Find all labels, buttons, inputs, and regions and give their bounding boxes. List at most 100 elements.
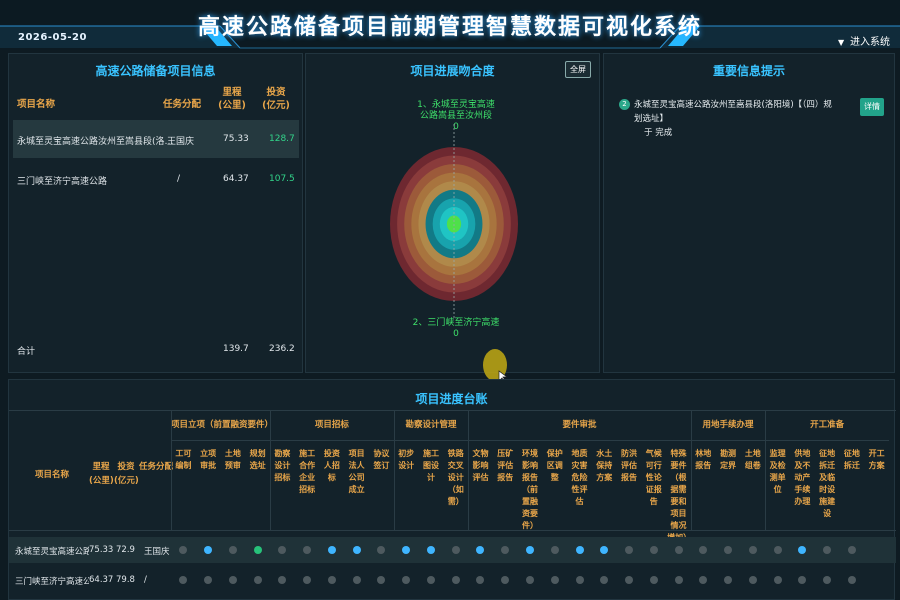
- status-dot[interactable]: [253, 546, 262, 554]
- series-label-2-value: 0: [453, 329, 459, 339]
- status-dot[interactable]: [600, 576, 609, 584]
- group-header: 勘察设计管理: [405, 420, 457, 430]
- status-dot[interactable]: [352, 576, 361, 584]
- status-dot[interactable]: [426, 546, 435, 554]
- progress-ledger-panel: 项目进度台账 项目名称 里程 (公里) 投资 (亿元) 任务分配 项目立项（前置融资要件…: [8, 379, 896, 600]
- important-info-panel: 重要信息提示 2 永城至灵宝高速公路汝州至嵩县段(洛阳境)【（四）规划选址】 于…: [603, 53, 895, 373]
- status-dot[interactable]: [823, 576, 832, 584]
- row-task: /: [177, 174, 181, 184]
- column-header: 施工图设计: [422, 449, 439, 482]
- status-dot[interactable]: [426, 576, 435, 584]
- status-dot[interactable]: [402, 546, 411, 554]
- status-dot[interactable]: [451, 576, 460, 584]
- column-header: 征地拆迁: [843, 449, 860, 470]
- column-header: 林地报告: [695, 449, 712, 470]
- status-dot[interactable]: [625, 546, 634, 554]
- status-dot[interactable]: [402, 576, 411, 584]
- status-dot[interactable]: [600, 546, 609, 554]
- row-invest: 107.5: [269, 174, 295, 184]
- total-mileage: 139.7: [223, 344, 249, 354]
- status-dot[interactable]: [649, 576, 658, 584]
- status-dot[interactable]: [327, 546, 336, 554]
- table-row[interactable]: 三门峡至济宁高速公路64.3779.8 /: [9, 567, 896, 593]
- status-dot[interactable]: [773, 576, 782, 584]
- status-dot[interactable]: [798, 546, 807, 554]
- row-invest: 72.9: [116, 545, 135, 555]
- status-dot[interactable]: [699, 546, 708, 554]
- status-dot[interactable]: [303, 576, 312, 584]
- status-dot[interactable]: [625, 576, 634, 584]
- column-header: 工可编制: [175, 449, 192, 470]
- status-dot[interactable]: [550, 546, 559, 554]
- row-task: /: [144, 575, 147, 585]
- status-dot[interactable]: [699, 576, 708, 584]
- status-dot[interactable]: [278, 546, 287, 554]
- status-dot[interactable]: [847, 576, 856, 584]
- status-dot[interactable]: [748, 576, 757, 584]
- column-header: 土地组卷: [744, 449, 761, 470]
- status-dot[interactable]: [352, 546, 361, 554]
- status-dot[interactable]: [575, 576, 584, 584]
- status-dot[interactable]: [847, 546, 856, 554]
- status-dot[interactable]: [179, 546, 188, 554]
- project-info-header: 项目名称 任务分配 里程 (公里) 投资 (亿元): [9, 86, 304, 118]
- status-dot[interactable]: [526, 576, 534, 584]
- group-header: 要件审批: [562, 420, 597, 430]
- info-item-text: 永城至灵宝高速公路汝州至嵩县段(洛阳境)【（四）规划选址】 于 完成: [634, 98, 834, 140]
- header-divider: [171, 440, 889, 441]
- status-dot[interactable]: [773, 546, 782, 554]
- status-dot[interactable]: [476, 546, 485, 554]
- column-header: 气候可行性论证报告: [645, 449, 662, 506]
- status-dot[interactable]: [575, 546, 584, 554]
- column-header: 征地拆迁及临时设施建设: [819, 449, 836, 518]
- page-title: 高速公路储备项目前期管理智慧数据可视化系统: [197, 15, 702, 40]
- status-dot[interactable]: [724, 546, 733, 554]
- status-dot[interactable]: [501, 576, 510, 584]
- header-bottom-line: [9, 530, 896, 531]
- column-header: 勘察设计招标: [274, 449, 291, 482]
- project-info-panel: 高速公路储备项目信息 项目名称 任务分配 里程 (公里) 投资 (亿元) 永城至…: [8, 53, 303, 373]
- status-dot[interactable]: [327, 576, 336, 584]
- progress-match-panel: 项目进展吻合度 全屏 1、永城至灵宝高速 公路嵩县至汝州段 0 2、三门峡至济宁…: [305, 53, 600, 373]
- status-dot[interactable]: [303, 546, 312, 554]
- status-dot[interactable]: [204, 576, 213, 584]
- column-header: 供地及不动产手续办理: [794, 449, 811, 506]
- status-dot[interactable]: [674, 576, 683, 584]
- status-dot[interactable]: [451, 546, 460, 554]
- status-dot[interactable]: [798, 576, 807, 584]
- status-dot[interactable]: [724, 576, 733, 584]
- row-name: 三门峡至济宁高速公路: [17, 177, 108, 187]
- status-dot[interactable]: [823, 546, 832, 554]
- table-row[interactable]: 永城至灵宝高速公路…75.3372.9 王国庆: [9, 537, 896, 563]
- total-invest: 236.2: [269, 344, 295, 354]
- status-dot[interactable]: [748, 546, 757, 554]
- status-dot[interactable]: [501, 546, 510, 554]
- enter-system-button[interactable]: ▼ 进入系统: [838, 33, 890, 48]
- column-header: 监理及检测单位: [769, 449, 786, 494]
- detail-button[interactable]: 详情: [860, 98, 884, 116]
- column-header: 规划选址: [249, 449, 266, 470]
- status-dot[interactable]: [228, 546, 237, 554]
- important-info-title: 重要信息提示: [712, 64, 785, 78]
- status-dot[interactable]: [179, 576, 188, 584]
- column-header: 土地预审: [224, 449, 241, 470]
- status-dot[interactable]: [550, 576, 559, 584]
- status-dot[interactable]: [476, 576, 485, 584]
- status-dot[interactable]: [278, 576, 287, 584]
- status-dot[interactable]: [228, 576, 237, 584]
- table-row[interactable]: 永城至灵宝高速公路汝州至嵩县段(洛… 王国庆 75.33 128.7: [13, 120, 299, 158]
- row-name: 永城至灵宝高速公路汝州至嵩县段(洛…: [17, 137, 174, 147]
- row-invest: 79.8: [116, 575, 135, 585]
- status-dot[interactable]: [377, 546, 386, 554]
- table-row[interactable]: 三门峡至济宁高速公路 / 64.37 107.5: [13, 160, 299, 198]
- status-dot[interactable]: [204, 546, 213, 554]
- series-label-2: 2、三门峡至济宁高速 0: [391, 318, 521, 340]
- status-dot[interactable]: [674, 546, 683, 554]
- status-dot[interactable]: [649, 546, 658, 554]
- status-dot[interactable]: [253, 576, 262, 584]
- column-header: 环境影响报告（前置融资要件）: [521, 449, 538, 530]
- info-line-2: 于 完成: [644, 128, 673, 138]
- status-dot[interactable]: [377, 576, 386, 584]
- group-header: 用地手续办理: [702, 420, 754, 430]
- status-dot[interactable]: [526, 546, 534, 554]
